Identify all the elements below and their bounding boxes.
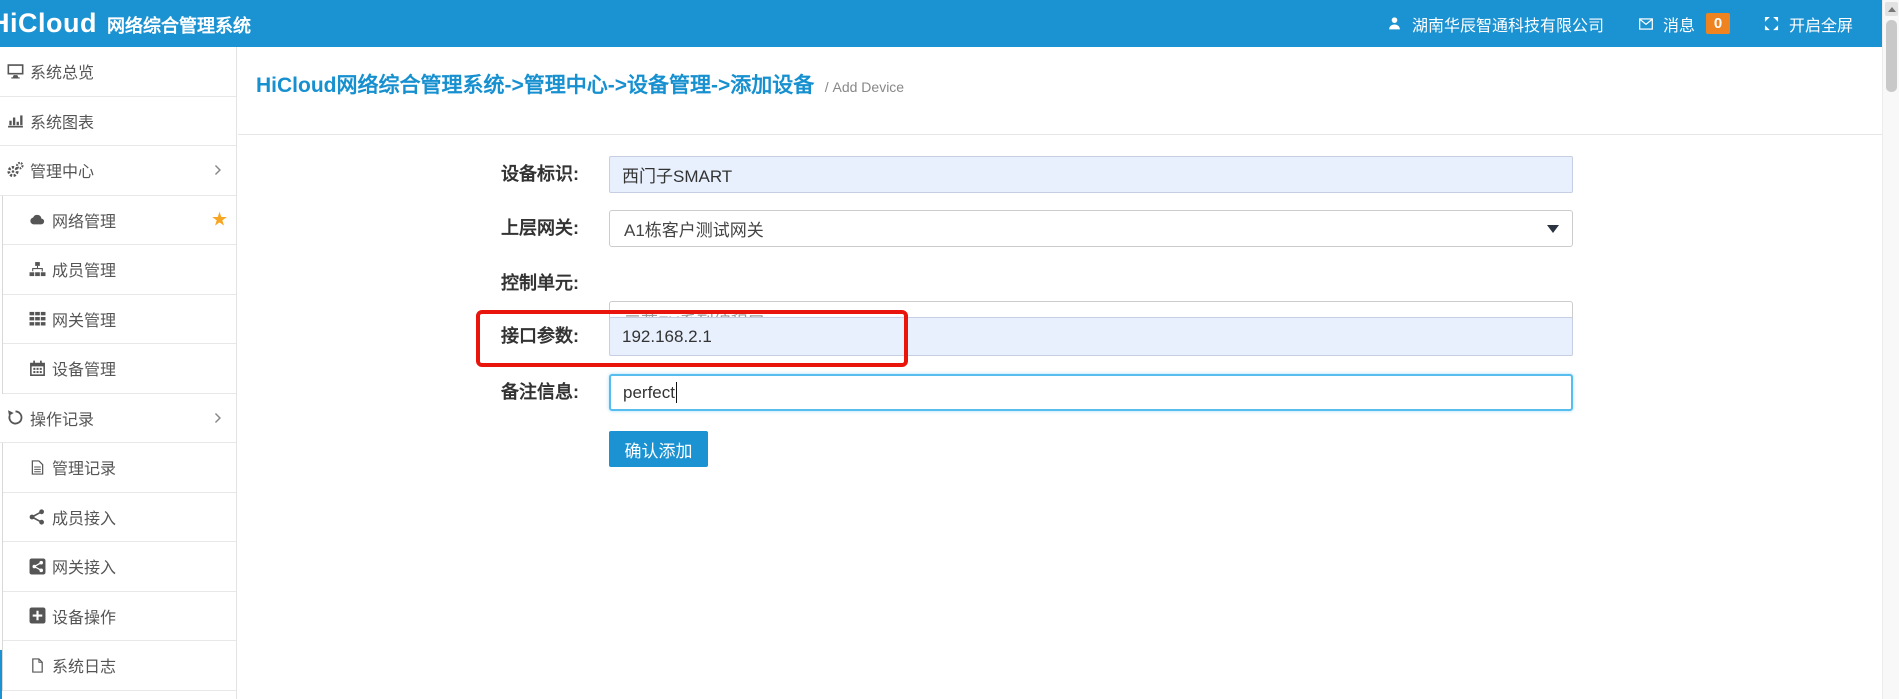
sidebar-item-management-records[interactable]: 管理记录	[3, 443, 236, 493]
sidebar-item-label: 设备管理	[52, 356, 116, 380]
remark-input[interactable]: perfect	[609, 374, 1573, 411]
sidebar-item-label: 管理中心	[30, 158, 94, 182]
breadcrumb-suffix: / Add Device	[825, 79, 904, 95]
interface-params-label: 接口参数:	[238, 317, 579, 356]
messages-count-badge: 0	[1706, 13, 1730, 34]
sidebar-item-device-operations[interactable]: 设备操作	[3, 592, 236, 642]
sidebar-item-label: 系统总览	[30, 59, 94, 83]
sidebar-item-label: 管理记录	[52, 455, 116, 479]
sidebar-item-label: 成员管理	[52, 257, 116, 281]
upper-gateway-label: 上层网关:	[238, 210, 579, 247]
grid-icon	[27, 310, 47, 327]
text-cursor	[676, 382, 678, 403]
sidebar-item-label: 网关管理	[52, 307, 116, 331]
management-center-submenu: 网络管理 ★ 成员管理 网关管理 设备管理	[2, 196, 236, 394]
header-actions: 湖南华辰智通科技有限公司 消息 0 开启全屏	[1385, 12, 1899, 36]
sidebar-item-label: 系统图表	[30, 109, 94, 133]
user-icon	[1385, 16, 1405, 31]
scrollbar-thumb[interactable]	[1886, 20, 1897, 92]
share-icon	[27, 509, 47, 525]
scroll-up-icon	[1888, 7, 1896, 12]
company-account[interactable]: 湖南华辰智通科技有限公司	[1385, 12, 1604, 36]
divider	[238, 134, 1882, 135]
messages-button[interactable]: 消息 0	[1636, 12, 1730, 36]
cloud-icon	[27, 212, 47, 227]
sitemap-icon	[27, 261, 47, 278]
sidebar-item-label: 系统日志	[52, 653, 116, 677]
sidebar-item-label: 设备操作	[52, 604, 116, 628]
device-id-label: 设备标识:	[238, 156, 579, 193]
sidebar-item-device-management[interactable]: 设备管理	[3, 344, 236, 394]
fullscreen-label: 开启全屏	[1789, 12, 1853, 36]
main-content: HiCloud网络综合管理系统->管理中心->设备管理->添加设备 / Add …	[238, 47, 1882, 699]
sidebar-item-label: 成员接入	[52, 505, 116, 529]
sidebar-item-system-charts[interactable]: 系统图表	[0, 97, 236, 147]
bar-chart-icon	[5, 112, 25, 129]
company-name: 湖南华辰智通科技有限公司	[1412, 12, 1604, 36]
remark-value: perfect	[623, 383, 675, 403]
messages-label: 消息	[1663, 12, 1695, 36]
monitor-icon	[5, 63, 25, 80]
breadcrumb: HiCloud网络综合管理系统->管理中心->设备管理->添加设备 / Add …	[256, 69, 904, 99]
device-id-input[interactable]: 西门子SMART	[609, 156, 1573, 193]
sidebar-item-operation-records[interactable]: 操作记录	[0, 394, 236, 444]
sidebar-item-system-overview[interactable]: 系统总览	[0, 47, 236, 97]
file-icon	[27, 657, 47, 674]
history-icon	[5, 409, 25, 426]
fullscreen-button[interactable]: 开启全屏	[1762, 12, 1853, 36]
plus-square-icon	[27, 607, 47, 624]
envelope-icon	[1636, 17, 1656, 31]
sidebar-item-network-management[interactable]: 网络管理 ★	[3, 196, 236, 246]
file-text-icon	[27, 459, 47, 476]
vertical-scrollbar[interactable]	[1882, 0, 1899, 699]
sidebar-nav: 系统总览 系统图表 管理中心 网络管理 ★	[0, 47, 237, 699]
calendar-icon	[27, 360, 47, 377]
sidebar-item-management-center[interactable]: 管理中心	[0, 146, 236, 196]
favorite-star-icon[interactable]: ★	[211, 210, 228, 229]
app-window: HiCloud 网络综合管理系统 湖南华辰智通科技有限公司 消息 0	[0, 0, 1899, 699]
breadcrumb-path: HiCloud网络综合管理系统->管理中心->设备管理->添加设备	[256, 74, 814, 97]
fullscreen-icon	[1762, 16, 1782, 31]
sidebar-item-gateway-management[interactable]: 网关管理	[3, 295, 236, 345]
device-id-value: 西门子SMART	[622, 162, 732, 187]
chevron-down-icon	[1547, 225, 1559, 233]
interface-params-input[interactable]: 192.168.2.1	[609, 317, 1573, 356]
sidebar-item-label: 操作记录	[30, 406, 94, 430]
sidebar-scroll-indicator	[0, 650, 2, 699]
operation-records-submenu: 管理记录 成员接入 网关接入 设备操作	[2, 443, 236, 691]
sidebar-item-gateway-access[interactable]: 网关接入	[3, 542, 236, 592]
app-logo: HiCloud 网络综合管理系统	[0, 8, 251, 39]
control-unit-label: 控制单元:	[238, 264, 579, 302]
sidebar-item-label: 网络管理	[52, 208, 116, 232]
remark-label: 备注信息:	[238, 374, 579, 411]
top-header: HiCloud 网络综合管理系统 湖南华辰智通科技有限公司 消息 0	[0, 0, 1899, 47]
scrollbar-up-button[interactable]	[1885, 2, 1898, 16]
share-square-icon	[27, 558, 47, 575]
logo-text-subtitle: 网络综合管理系统	[107, 12, 251, 38]
logo-text-bold: HiCloud	[0, 8, 97, 39]
sidebar-item-member-management[interactable]: 成员管理	[3, 245, 236, 295]
upper-gateway-value: A1栋客户测试网关	[624, 216, 764, 241]
sidebar-item-label: 网关接入	[52, 554, 116, 578]
interface-params-value: 192.168.2.1	[622, 327, 712, 347]
chevron-right-icon	[211, 411, 224, 424]
upper-gateway-select[interactable]: A1栋客户测试网关	[609, 210, 1573, 247]
gears-icon	[5, 161, 25, 179]
sidebar-item-member-access[interactable]: 成员接入	[3, 493, 236, 543]
confirm-add-button[interactable]: 确认添加	[609, 431, 708, 467]
sidebar-item-system-logs[interactable]: 系统日志	[3, 641, 236, 691]
chevron-right-icon	[211, 164, 224, 177]
